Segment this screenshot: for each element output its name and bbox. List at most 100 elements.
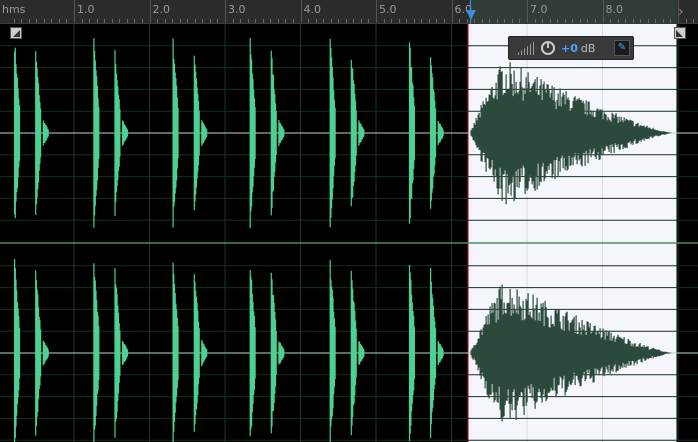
ruler-tick [647, 19, 649, 23]
ruler-tick [610, 19, 612, 23]
ruler-tick [421, 19, 423, 23]
ruler-tick [96, 19, 98, 23]
end-marker-icon[interactable]: › [678, 4, 684, 20]
ruler-tick [119, 19, 121, 23]
ruler-tick [202, 19, 204, 23]
ruler-label: 1.0 [77, 3, 95, 16]
ruler-label: 3.0 [228, 3, 246, 16]
ruler-tick [21, 19, 23, 23]
ruler-tick [74, 0, 75, 23]
ruler-tick [587, 19, 589, 23]
ruler-tick [511, 19, 513, 23]
waveform-clicks [14, 259, 444, 442]
ruler-tick [13, 19, 15, 23]
ruler-tick [308, 19, 310, 23]
ruler-tick [481, 19, 483, 23]
ruler-tick [232, 19, 234, 23]
ruler-label: 2.0 [152, 3, 171, 16]
ruler-tick [194, 19, 196, 23]
gain-unit: dB [580, 41, 596, 55]
ruler-tick [270, 19, 272, 23]
ruler-tick [625, 19, 627, 23]
ruler-tick [285, 19, 287, 23]
zoom-out-corner-button[interactable] [10, 27, 22, 39]
ruler-tick [164, 19, 166, 23]
ruler-tick [36, 19, 38, 23]
ruler-tick [338, 19, 340, 23]
ruler-tick [534, 19, 536, 23]
ruler-tick [670, 19, 672, 23]
gain-hud[interactable]: +0 dB ✎ [508, 36, 634, 60]
playhead-marker-icon[interactable] [466, 10, 476, 20]
ruler-tick [240, 19, 242, 23]
ruler-tick [66, 19, 68, 23]
pin-icon[interactable]: ✎ [614, 40, 630, 56]
ruler-tick [330, 19, 332, 23]
ruler-tick [292, 19, 294, 23]
ruler-tick [398, 19, 400, 23]
ruler-tick [451, 0, 453, 23]
ruler-unit-label: hms [2, 3, 26, 16]
level-meter-icon [515, 41, 535, 55]
ruler-label: 5.0 [379, 3, 397, 16]
ruler-tick [428, 19, 430, 23]
ruler-tick [111, 19, 113, 23]
ruler-tick [172, 19, 174, 23]
ruler-tick [527, 0, 528, 23]
ruler-tick [225, 0, 226, 23]
ruler-tick [255, 19, 257, 23]
waveform-editor[interactable] [0, 24, 698, 442]
ruler-tick [564, 19, 566, 23]
ruler-tick [685, 19, 687, 23]
ruler-tick [43, 19, 45, 23]
ruler-tick [693, 19, 695, 23]
ruler-tick [542, 19, 544, 23]
ruler-tick [126, 19, 128, 23]
time-ruler[interactable]: hms 1.0 2.0 3.0 4.0 5.0 6.0 7.0 8.0 › [0, 0, 698, 24]
ruler-tick [519, 19, 521, 23]
ruler-tick [640, 19, 642, 23]
ruler-tick [179, 19, 181, 23]
gain-knob[interactable] [541, 41, 555, 55]
ruler-tick [81, 19, 83, 23]
ruler-tick [368, 19, 370, 23]
ruler-tick [376, 0, 377, 23]
ruler-tick [504, 19, 506, 23]
ruler-tick [28, 19, 30, 23]
zoom-corner-button[interactable] [674, 27, 686, 39]
ruler-tick [360, 19, 362, 23]
ruler-tick [496, 19, 498, 23]
ruler-tick [134, 19, 136, 23]
ruler-tick [300, 0, 302, 23]
ruler-tick [459, 19, 461, 23]
ruler-tick [89, 19, 91, 23]
ruler-tick [602, 0, 604, 23]
waveform-display[interactable] [0, 24, 698, 442]
ruler-tick [353, 19, 355, 23]
ruler-tick [436, 19, 438, 23]
ruler-tick [157, 19, 159, 23]
ruler-tick [104, 19, 106, 23]
ruler-tick [217, 19, 219, 23]
ruler-tick [549, 19, 551, 23]
ruler-tick [632, 19, 634, 23]
ruler-tick [443, 19, 445, 23]
ruler-tick [315, 19, 317, 23]
ruler-label: 8.0 [605, 3, 624, 16]
ruler-tick [247, 19, 249, 23]
ruler-tick [383, 19, 385, 23]
ruler-tick [594, 19, 596, 23]
ruler-tick [579, 19, 581, 23]
ruler-tick [413, 19, 415, 23]
ruler-label: 4.0 [303, 3, 322, 16]
ruler-tick [617, 19, 619, 23]
gain-value: +0 [561, 41, 578, 55]
ruler-tick [277, 19, 279, 23]
ruler-tick [209, 19, 211, 23]
ruler-tick [262, 19, 264, 23]
ruler-tick [141, 19, 143, 23]
ruler-label: 7.0 [530, 3, 548, 16]
ruler-tick [345, 19, 347, 23]
ruler-tick [58, 19, 60, 23]
ruler-tick [187, 19, 189, 23]
